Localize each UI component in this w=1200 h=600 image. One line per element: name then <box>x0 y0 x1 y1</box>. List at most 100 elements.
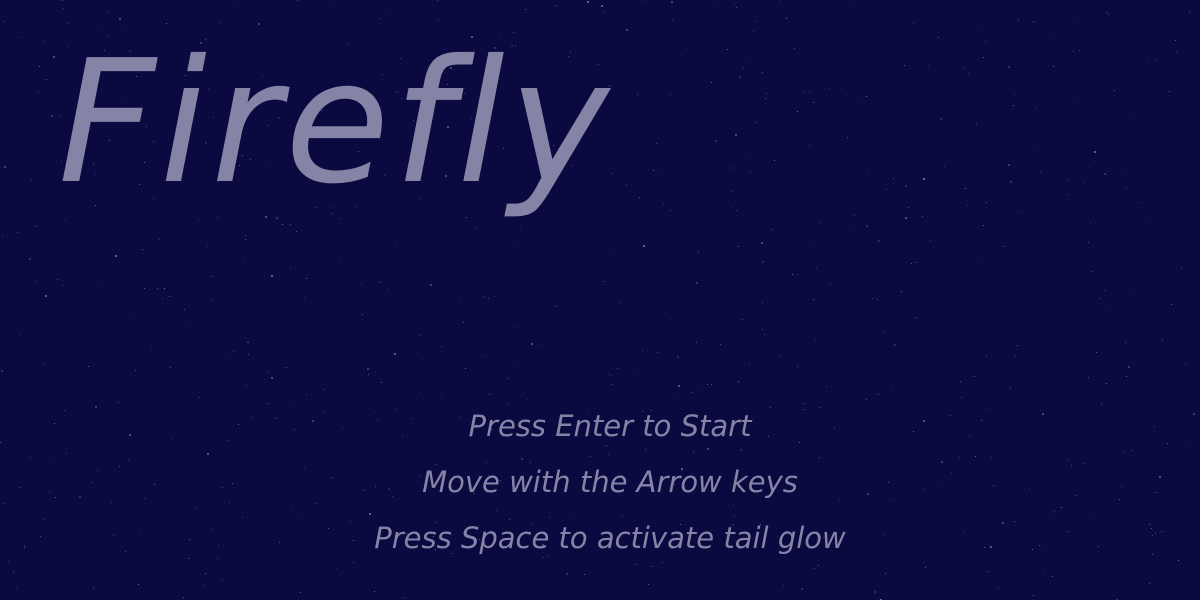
star <box>62 0 63 1</box>
star <box>1134 289 1135 290</box>
star <box>494 5 495 6</box>
star <box>574 304 575 305</box>
star <box>379 18 380 19</box>
star <box>142 249 143 250</box>
star <box>271 377 273 379</box>
star <box>720 394 721 395</box>
star <box>66 453 67 454</box>
star <box>520 229 521 230</box>
star <box>1033 21 1034 22</box>
title-screen[interactable]: Firefly Press Enter to Start Move with t… <box>0 0 1200 600</box>
star <box>797 111 798 112</box>
star <box>867 174 868 175</box>
star <box>819 457 820 458</box>
star <box>603 281 604 282</box>
star <box>1015 356 1016 357</box>
star <box>762 329 763 330</box>
star <box>643 245 645 247</box>
star <box>448 224 449 225</box>
star <box>680 263 681 264</box>
star <box>576 596 577 597</box>
star <box>961 397 962 398</box>
star <box>866 225 868 227</box>
star <box>1152 554 1153 555</box>
star <box>1104 173 1106 175</box>
star <box>1079 50 1080 51</box>
star <box>964 68 965 69</box>
star <box>151 349 152 350</box>
star <box>1171 304 1172 305</box>
star <box>336 568 337 569</box>
star <box>361 284 362 285</box>
star <box>57 279 58 280</box>
star <box>438 20 439 21</box>
star <box>1101 404 1102 405</box>
star <box>290 224 291 225</box>
star <box>1175 40 1176 41</box>
star <box>610 252 611 253</box>
star <box>720 596 721 597</box>
star <box>742 319 743 320</box>
star <box>734 515 735 516</box>
star <box>64 410 65 411</box>
star <box>878 240 880 242</box>
star <box>290 267 291 268</box>
star <box>820 407 821 408</box>
star <box>923 20 924 21</box>
star <box>527 399 528 400</box>
star <box>1 370 3 372</box>
star <box>816 268 817 269</box>
star <box>525 9 526 10</box>
star <box>93 587 94 588</box>
star <box>670 210 671 211</box>
star <box>799 442 800 443</box>
star <box>119 18 121 20</box>
star <box>1189 11 1190 12</box>
star <box>245 235 246 236</box>
star <box>1017 345 1018 346</box>
star <box>986 409 987 410</box>
star <box>810 246 811 247</box>
star <box>959 457 960 458</box>
star <box>569 512 570 513</box>
star <box>652 566 653 567</box>
star <box>941 461 943 463</box>
star <box>1149 583 1150 584</box>
star <box>16 587 17 588</box>
star <box>923 178 925 180</box>
star <box>367 368 369 370</box>
star <box>394 353 396 355</box>
star <box>1150 218 1151 219</box>
star <box>8 561 9 562</box>
star <box>1035 108 1036 109</box>
star <box>507 404 508 405</box>
star <box>133 318 134 319</box>
star <box>884 332 885 333</box>
star <box>1190 444 1191 445</box>
star <box>677 356 679 358</box>
star <box>1053 66 1054 67</box>
star <box>271 275 273 277</box>
star <box>1138 202 1139 203</box>
star <box>369 513 371 515</box>
star <box>243 262 244 263</box>
star <box>637 94 638 95</box>
star <box>107 12 108 13</box>
star <box>45 295 47 297</box>
star <box>1008 66 1010 68</box>
star <box>246 385 247 386</box>
star <box>138 584 139 585</box>
star <box>4 21 5 22</box>
star <box>1128 366 1130 368</box>
star <box>794 48 795 49</box>
star <box>509 519 510 520</box>
star <box>485 355 486 356</box>
star <box>458 330 459 331</box>
star <box>670 319 671 320</box>
star <box>158 238 160 240</box>
star <box>1054 511 1055 512</box>
star <box>925 567 926 568</box>
star <box>814 568 815 569</box>
star <box>826 386 827 387</box>
star <box>1036 145 1037 146</box>
